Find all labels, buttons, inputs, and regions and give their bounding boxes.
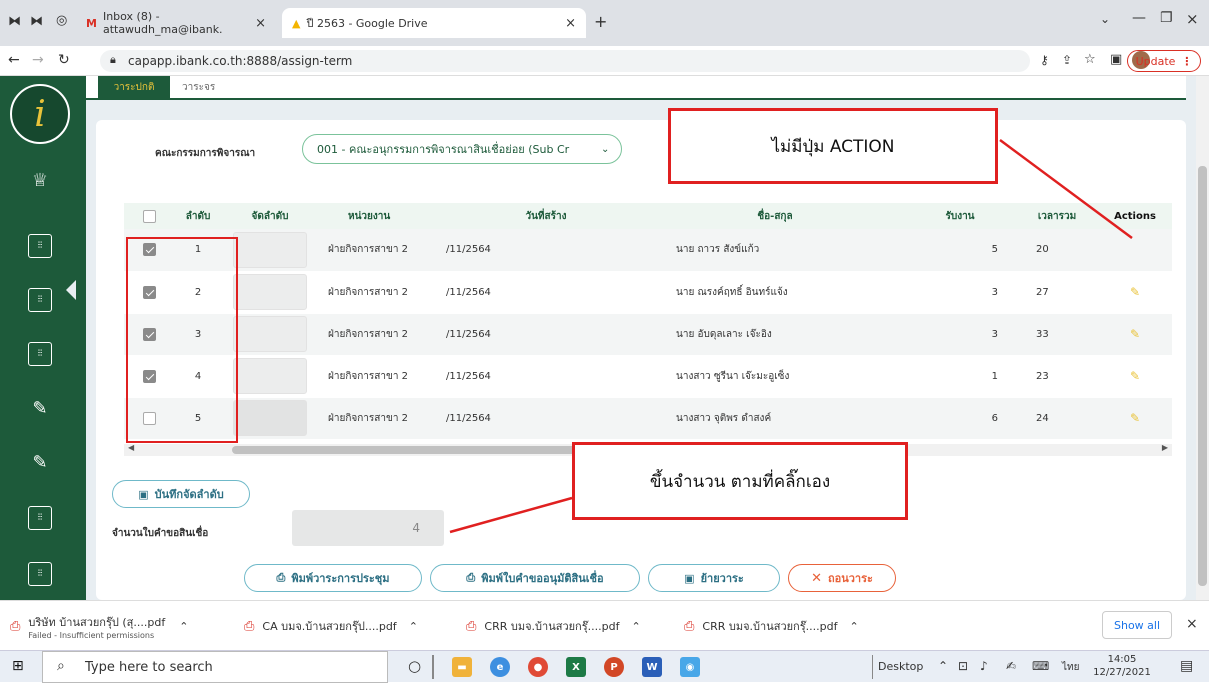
desktop-label[interactable]: Desktop	[878, 660, 923, 673]
show-all-button[interactable]: Show all	[1102, 611, 1172, 639]
notification-icon[interactable]: ▤	[1180, 658, 1193, 674]
excel-icon[interactable]: X	[566, 657, 586, 677]
pdf-icon: ⎙	[244, 618, 255, 634]
network-icon[interactable]: ⊡	[958, 659, 968, 673]
file-explorer-icon[interactable]: ▬	[452, 657, 472, 677]
download-item[interactable]: ⎙ CA บมจ.บ้านสวยกรุ๊ป....pdf ⌃	[244, 609, 444, 643]
download-name: บริษัท บ้านสวยกรุ๊ป (สุ....pdf	[28, 615, 166, 629]
search-icon: ⌕	[57, 658, 65, 674]
clock[interactable]: 14:05 12/27/2021	[1092, 653, 1152, 679]
pdf-icon: ⎙	[10, 618, 21, 634]
pdf-icon: ⎙	[684, 618, 695, 634]
annotation-lines	[449, 138, 1133, 534]
annotation-arrow-line	[449, 496, 573, 534]
taskbar-search[interactable]: ⌕ Type here to search	[42, 651, 388, 683]
search-placeholder: Type here to search	[85, 659, 213, 675]
language-indicator[interactable]: ไทย	[1062, 660, 1079, 675]
chevron-up-icon[interactable]: ⌃	[938, 659, 948, 673]
clock-time: 14:05	[1107, 654, 1137, 665]
annotation-count-note-text: ขึ้นจำนวน ตามที่คลิ๊กเอง	[649, 471, 831, 492]
powerpoint-icon[interactable]: P	[604, 657, 624, 677]
pdf-icon: ⎙	[466, 618, 477, 634]
ie-icon[interactable]: e	[490, 657, 510, 677]
download-item[interactable]: ⎙ CRR บมจ.บ้านสวยกรุ๊....pdf ⌃	[684, 609, 884, 643]
download-item[interactable]: ⎙ CRR บมจ.บ้านสวยกรุ๊....pdf ⌃	[466, 609, 666, 643]
download-name: CA บมจ.บ้านสวยกรุ๊ป....pdf	[262, 620, 397, 633]
annotation-count-note: ขึ้นจำนวน ตามที่คลิ๊กเอง	[572, 442, 908, 520]
chevron-up-icon[interactable]: ⌃	[631, 620, 640, 633]
close-icon[interactable]: ×	[1186, 616, 1198, 632]
taskbar: ⊞ ⌕ Type here to search ○ ▬ e ● X P W ◉ …	[0, 650, 1209, 683]
divider	[432, 655, 434, 679]
chevron-up-icon[interactable]: ⌃	[409, 620, 418, 633]
word-icon[interactable]: W	[642, 657, 662, 677]
divider	[872, 655, 873, 679]
task-view-icon[interactable]: ○	[408, 657, 421, 675]
downloads-bar: ⎙ บริษัท บ้านสวยกรุ๊ป (สุ....pdf Failed …	[0, 600, 1209, 650]
pen-icon[interactable]: ✍	[1006, 659, 1016, 673]
keyboard-icon[interactable]: ⌨	[1032, 659, 1049, 673]
download-status: Failed - Insufficient permissions	[28, 630, 155, 640]
volume-icon[interactable]: ♪	[980, 659, 988, 673]
chrome-icon[interactable]: ●	[528, 657, 548, 677]
chevron-up-icon[interactable]: ⌃	[849, 620, 858, 633]
download-name: CRR บมจ.บ้านสวยกรุ๊....pdf	[702, 620, 838, 633]
clock-date: 12/27/2021	[1093, 667, 1151, 678]
windows-icon[interactable]: ⊞	[12, 658, 24, 674]
chevron-up-icon[interactable]: ⌃	[179, 620, 188, 633]
annotation-arrow-line	[999, 138, 1133, 240]
app-icon[interactable]: ◉	[680, 657, 700, 677]
download-item[interactable]: ⎙ บริษัท บ้านสวยกรุ๊ป (สุ....pdf Failed …	[10, 609, 228, 643]
download-name: CRR บมจ.บ้านสวยกรุ๊....pdf	[484, 620, 620, 633]
